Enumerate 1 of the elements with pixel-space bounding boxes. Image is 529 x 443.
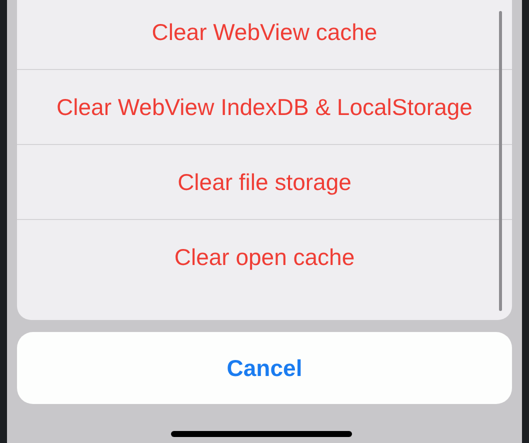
cancel-button[interactable]: Cancel bbox=[17, 332, 512, 404]
